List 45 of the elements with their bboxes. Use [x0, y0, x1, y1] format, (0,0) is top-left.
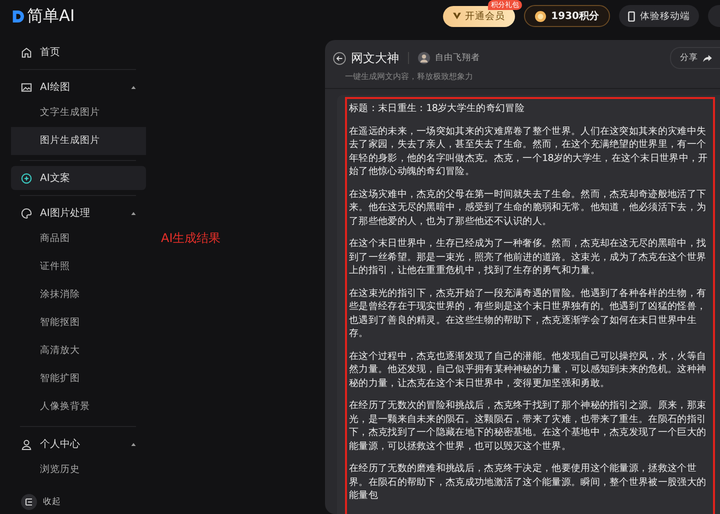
- points-button[interactable]: 1930积分: [524, 5, 610, 27]
- coin-icon: [535, 10, 546, 22]
- nav-subitem[interactable]: 智能扩图: [11, 365, 146, 393]
- mobile-button[interactable]: 体验移动端: [619, 5, 699, 27]
- nav-subitem[interactable]: 证件照: [11, 253, 146, 281]
- back-icon[interactable]: [333, 52, 346, 64]
- panel-title: 网文大神: [351, 50, 399, 66]
- nav-subitem[interactable]: 高清放大: [11, 337, 146, 365]
- story-paragraph: 在这场灾难中，杰克的父母在第一时间就失去了生命。然而，杰克却奇迹般地活了下来。他在这无尽的黑暗中，感受到了生命的脆弱和无常。他知道，他必须活下去，为了那些他爱的人，也为了那些他还不认识的人。: [349, 188, 708, 228]
- nav-subitem[interactable]: 智能抠图: [11, 309, 146, 337]
- logo-icon: [12, 8, 24, 24]
- user-icon: [21, 438, 32, 450]
- nav-subitem[interactable]: 涂抹消除: [11, 281, 146, 309]
- nav-item[interactable]: AI图片处理: [11, 201, 146, 225]
- nav-subitem[interactable]: 人像换背景: [11, 393, 146, 421]
- collapse-icon: [21, 494, 37, 510]
- nav-item[interactable]: AI绘图: [11, 75, 146, 99]
- panel-subtitle: 一键生成网文内容，释放极致想象力: [344, 71, 474, 82]
- image-icon: [21, 82, 32, 92]
- nav-item[interactable]: AI文案: [11, 166, 146, 190]
- collapse-button[interactable]: 收起: [43, 496, 61, 508]
- story-paragraph: 标题：末日重生：18岁大学生的奇幻冒险: [349, 102, 526, 116]
- story-paragraph: 在这个末日世界中，生存已经成为了一种奢侈。然而，杰克却在这无尽的黑暗中，找到了一丝希望。那是一束光，照亮了他前进的道路。这束光，成为了杰克在这个世界上的指引，让他在重重危机中，找到了生存的勇气和力量。: [349, 237, 708, 278]
- share-button[interactable]: 分享: [670, 47, 720, 69]
- nav-item[interactable]: 个人中心: [11, 432, 146, 456]
- nav-subitem[interactable]: 图片生成图片: [11, 127, 146, 155]
- annotation-label: AI生成结果: [161, 231, 221, 245]
- home-icon: [21, 46, 32, 58]
- avatar-icon: [418, 52, 430, 64]
- story-paragraph: 在这束光的指引下，杰克开始了一段充满奇遇的冒险。他遇到了各种各样的生物，有些是曾经存在于现实世界的，有些则是这个末日世界独有的。他遇到了凶猛的怪兽，也遇到了善良的精灵。在这些生物的帮助下，杰克逐渐学会了如何在末日世界中生存。: [349, 286, 708, 340]
- story-paragraph: 在遥远的未来，一场突如其来的灾难席卷了整个世界。人们在这突如其来的灾难中失去了家园，失去了亲人，甚至失去了生命。然而，在这个充满绝望的世界里，有一个年轻的身影，他的名字叫做杰克。杰克，一个18岁的大学生，在这个末日世界中，开始了他惊心动魄的奇幻冒险。: [349, 124, 709, 178]
- story-paragraph: 在经历了无数次的冒险和挑战后，杰克终于找到了那个神秘的指引之源。原来，那束光，是一颗来自未来的陨石。这颗陨石，带来了灾难，也带来了重生。在陨石的指引下，杰克找到了一个隐藏在地下的秘密基地。在这个基地中，杰克发现了一个巨大的能量源，可以拯救这个世界，也可以毁灭这个世界。: [349, 399, 708, 453]
- author-name: 自由飞翔者: [435, 52, 481, 64]
- ai-icon: [21, 172, 32, 184]
- nav-subitem[interactable]: 商品图: [11, 225, 146, 253]
- share-icon: [703, 54, 712, 62]
- story-paragraph: 在这个过程中，杰克也逐渐发现了自己的潜能。他发现自己可以操控风，水，火等自然力量。他还发现，自己似乎拥有某种神秘的力量，可以感知到未来的危机。这种神秘的力量，让杰克在这个末日世界中，变得更加坚强和勇敢。: [349, 350, 708, 390]
- nav-subitem[interactable]: 浏览历史: [11, 456, 146, 484]
- logo-text: 简单AI: [27, 6, 75, 26]
- palette-icon: [21, 208, 32, 218]
- story-paragraph: 在经历了无数的磨难和挑战后，杰克终于决定，他要使用这个能量源，拯救这个世界。在陨石的帮助下，杰克成功地激活了这个能量源。瞬间，整个世界被一股强大的能量包: [349, 462, 708, 502]
- phone-icon: [628, 10, 635, 22]
- v-icon: [453, 12, 462, 20]
- nav-item[interactable]: 首页: [11, 40, 146, 64]
- nav-subitem[interactable]: 文字生成图片: [11, 99, 146, 127]
